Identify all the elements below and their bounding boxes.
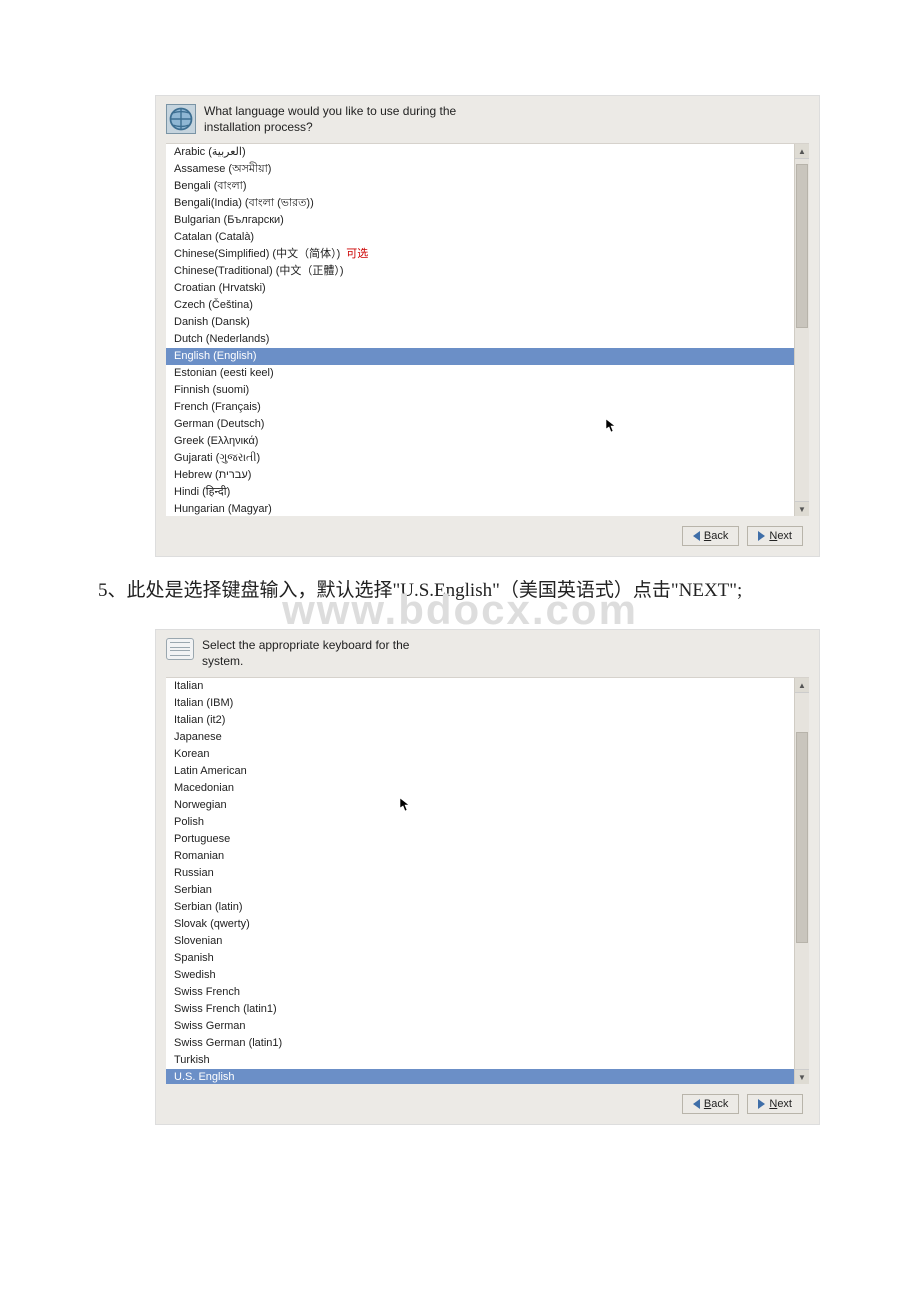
list-item[interactable]: Swiss French — [166, 984, 809, 1001]
keyboard-list-container: ItalianItalian (IBM)Italian (it2)Japanes… — [166, 677, 809, 1084]
list-item[interactable]: Russian — [166, 865, 809, 882]
list-item[interactable]: Serbian (latin) — [166, 899, 809, 916]
prompt-row: Select the appropriate keyboard for the … — [166, 638, 809, 669]
list-item[interactable]: German (Deutsch) — [166, 416, 809, 433]
next-button[interactable]: Next — [747, 1094, 803, 1114]
back-button[interactable]: Back — [682, 526, 739, 546]
list-item[interactable]: Slovak (qwerty) — [166, 916, 809, 933]
scroll-up-icon[interactable]: ▲ — [795, 144, 809, 159]
installer-keyboard-window: Select the appropriate keyboard for the … — [155, 629, 820, 1125]
list-item[interactable]: Dutch (Nederlands) — [166, 331, 809, 348]
scroll-down-icon[interactable]: ▼ — [795, 1069, 809, 1084]
list-item[interactable]: Norwegian — [166, 797, 809, 814]
list-item[interactable]: Croatian (Hrvatski) — [166, 280, 809, 297]
back-button[interactable]: Back — [682, 1094, 739, 1114]
list-item[interactable]: Arabic (العربية) — [166, 144, 809, 161]
list-item[interactable]: Italian (IBM) — [166, 695, 809, 712]
list-item[interactable]: Japanese — [166, 729, 809, 746]
narration-block: www.bdocx.com 5、此处是选择键盘输入，默认选择"U.S.Engli… — [60, 577, 902, 629]
button-bar: Back Next — [166, 516, 809, 550]
list-item[interactable]: Assamese (অসমীয়া) — [166, 161, 809, 178]
list-item[interactable]: Hindi (हिन्दी) — [166, 484, 809, 501]
list-item[interactable]: Romanian — [166, 848, 809, 865]
scrollbar[interactable]: ▲ ▼ — [794, 678, 809, 1084]
prompt-row: What language would you like to use duri… — [166, 104, 809, 135]
list-item[interactable]: Hungarian (Magyar) — [166, 501, 809, 516]
arrow-left-icon — [693, 1099, 700, 1109]
installer-language-window: What language would you like to use duri… — [155, 95, 820, 557]
list-item[interactable]: Hebrew (עברית) — [166, 467, 809, 484]
prompt-text: Select the appropriate keyboard for the … — [202, 638, 422, 669]
list-item[interactable]: Swedish — [166, 967, 809, 984]
list-item[interactable]: Catalan (Català) — [166, 229, 809, 246]
list-item[interactable]: Bengali (বাংলা) — [166, 178, 809, 195]
scrollbar[interactable]: ▲ ▼ — [794, 144, 809, 516]
scroll-down-icon[interactable]: ▼ — [795, 501, 809, 516]
scroll-up-icon[interactable]: ▲ — [795, 678, 809, 693]
list-item[interactable]: Macedonian — [166, 780, 809, 797]
list-item[interactable]: Italian (it2) — [166, 712, 809, 729]
narration-text: 5、此处是选择键盘输入，默认选择"U.S.English"（美国英语式）点击"N… — [60, 577, 902, 605]
keyboard-icon — [166, 638, 194, 660]
scroll-thumb[interactable] — [796, 732, 808, 943]
scroll-thumb[interactable] — [796, 164, 808, 328]
list-item[interactable]: English (English) — [166, 348, 809, 365]
list-item[interactable]: Serbian — [166, 882, 809, 899]
arrow-right-icon — [758, 1099, 765, 1109]
list-item[interactable]: Swiss French (latin1) — [166, 1001, 809, 1018]
list-item[interactable]: Estonian (eesti keel) — [166, 365, 809, 382]
language-list[interactable]: Arabic (العربية)Assamese (অসমীয়া)Bengal… — [166, 144, 809, 516]
language-list-container: Arabic (العربية)Assamese (অসমীয়া)Bengal… — [166, 143, 809, 516]
arrow-right-icon — [758, 531, 765, 541]
list-item[interactable]: Greek (Ελληνικά) — [166, 433, 809, 450]
list-item[interactable]: Slovenian — [166, 933, 809, 950]
list-item[interactable]: Swiss German (latin1) — [166, 1035, 809, 1052]
keyboard-list[interactable]: ItalianItalian (IBM)Italian (it2)Japanes… — [166, 678, 809, 1084]
list-item[interactable]: Italian — [166, 678, 809, 695]
list-item[interactable]: Danish (Dansk) — [166, 314, 809, 331]
list-item[interactable]: Finnish (suomi) — [166, 382, 809, 399]
list-item[interactable]: Portuguese — [166, 831, 809, 848]
list-item[interactable]: French (Français) — [166, 399, 809, 416]
list-item[interactable]: Turkish — [166, 1052, 809, 1069]
list-item[interactable]: Chinese(Simplified) (中文（简体）)可选 — [166, 246, 809, 263]
globe-icon — [166, 104, 196, 134]
list-item[interactable]: U.S. English — [166, 1069, 809, 1084]
list-item[interactable]: Bengali(India) (বাংলা (ভারত)) — [166, 195, 809, 212]
list-item[interactable]: Latin American — [166, 763, 809, 780]
button-bar: Back Next — [166, 1084, 809, 1118]
prompt-text: What language would you like to use duri… — [204, 104, 484, 135]
list-item[interactable]: Gujarati (ગુજરાતી) — [166, 450, 809, 467]
list-item[interactable]: Korean — [166, 746, 809, 763]
arrow-left-icon — [693, 531, 700, 541]
list-item[interactable]: Swiss German — [166, 1018, 809, 1035]
list-item[interactable]: Polish — [166, 814, 809, 831]
list-item[interactable]: Spanish — [166, 950, 809, 967]
list-item[interactable]: Chinese(Traditional) (中文（正體）) — [166, 263, 809, 280]
next-button[interactable]: Next — [747, 526, 803, 546]
list-item[interactable]: Bulgarian (Български) — [166, 212, 809, 229]
list-item[interactable]: Czech (Čeština) — [166, 297, 809, 314]
annotation-label: 可选 — [346, 248, 368, 260]
